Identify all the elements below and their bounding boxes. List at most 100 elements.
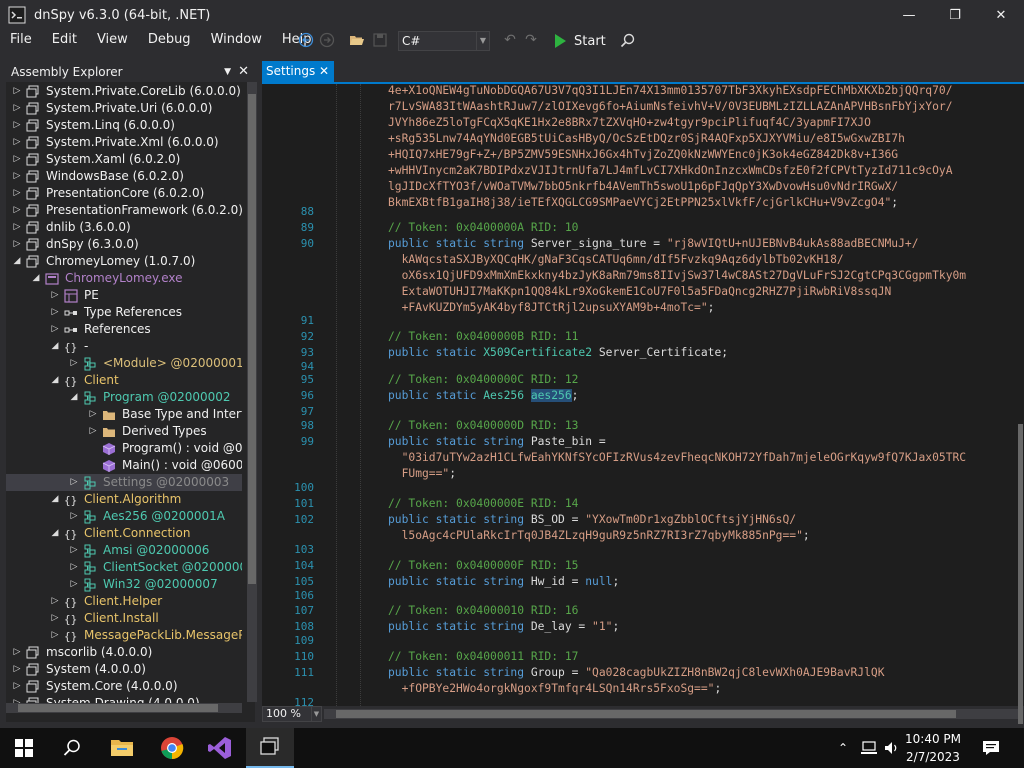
- dropdown-arrow-icon[interactable]: ▼: [224, 62, 231, 82]
- tree-item[interactable]: ◢ {} Client: [6, 372, 242, 389]
- expand-arrow-icon[interactable]: ▷: [69, 474, 79, 491]
- collapse-arrow-icon[interactable]: ◢: [50, 372, 60, 389]
- tree-vertical-scrollbar[interactable]: [247, 82, 257, 702]
- close-tab-icon[interactable]: ✕: [319, 61, 329, 82]
- tree-item[interactable]: ▷ Settings @02000003: [6, 474, 242, 491]
- tree-item[interactable]: ▷ System.Linq (6.0.0.0): [6, 117, 242, 134]
- search-button[interactable]: [618, 29, 636, 51]
- tree-item[interactable]: ◢ {} -: [6, 338, 242, 355]
- expand-arrow-icon[interactable]: ▷: [50, 321, 60, 338]
- expand-arrow-icon[interactable]: ▷: [12, 185, 22, 202]
- tree-item[interactable]: ▷ ClientSocket @02000004: [6, 559, 242, 576]
- tree-item[interactable]: ▷ WindowsBase (6.0.2.0): [6, 168, 242, 185]
- collapse-arrow-icon[interactable]: ◢: [69, 389, 79, 406]
- expand-arrow-icon[interactable]: ▷: [50, 610, 60, 627]
- tree-item[interactable]: ▷ {} MessagePackLib.MessagePack: [6, 627, 242, 644]
- tree-item[interactable]: ▷ System.Private.CoreLib (6.0.0.0): [6, 83, 242, 100]
- expand-arrow-icon[interactable]: ▷: [12, 100, 22, 117]
- editor-vertical-scrollbar[interactable]: [1018, 84, 1024, 724]
- menu-window[interactable]: Window: [201, 32, 272, 47]
- tree-item[interactable]: ◢ {} Client.Connection: [6, 525, 242, 542]
- expand-arrow-icon[interactable]: ▷: [12, 134, 22, 151]
- tree-item[interactable]: ▷ PE: [6, 287, 242, 304]
- expand-arrow-icon[interactable]: ▷: [12, 151, 22, 168]
- expand-arrow-icon[interactable]: ▷: [12, 236, 22, 253]
- expand-arrow-icon[interactable]: ▷: [12, 678, 22, 695]
- expand-arrow-icon[interactable]: ▷: [50, 627, 60, 644]
- tree-item[interactable]: Main() : void @06000002: [6, 457, 242, 474]
- taskbar-clock[interactable]: 10:40 PM 2/7/2023: [893, 730, 973, 766]
- expand-arrow-icon[interactable]: ▷: [12, 219, 22, 236]
- tree-item[interactable]: ◢ ChromeyLomey (1.0.7.0): [6, 253, 242, 270]
- tab-settings[interactable]: Settings ✕: [262, 61, 334, 82]
- expand-arrow-icon[interactable]: ▷: [69, 576, 79, 593]
- tree-item[interactable]: ▷ System (4.0.0.0): [6, 661, 242, 678]
- maximize-button[interactable]: ❐: [932, 0, 978, 30]
- expand-arrow-icon[interactable]: ▷: [88, 423, 98, 440]
- tree-item[interactable]: Program() : void @06000001: [6, 440, 242, 457]
- tree-item[interactable]: ▷ {} Client.Install: [6, 610, 242, 627]
- scroll-thumb[interactable]: [248, 94, 256, 584]
- expand-arrow-icon[interactable]: ▷: [69, 355, 79, 372]
- collapse-arrow-icon[interactable]: ◢: [12, 253, 22, 270]
- tree-item[interactable]: ▷ {} Client.Helper: [6, 593, 242, 610]
- tree-item[interactable]: ▷ Amsi @02000006: [6, 542, 242, 559]
- tree-item[interactable]: ▷ <Module> @02000001: [6, 355, 242, 372]
- editor-horizontal-scrollbar[interactable]: [324, 709, 1018, 719]
- menu-debug[interactable]: Debug: [138, 32, 201, 47]
- tree-item[interactable]: ▷ References: [6, 321, 242, 338]
- save-button[interactable]: [371, 29, 389, 51]
- file-explorer-taskbar-button[interactable]: [98, 728, 146, 768]
- dnspy-taskbar-button[interactable]: [246, 728, 294, 768]
- tree-horizontal-scrollbar[interactable]: [6, 703, 242, 713]
- tree-item[interactable]: ▷ Aes256 @0200001A: [6, 508, 242, 525]
- expand-arrow-icon[interactable]: ▷: [50, 593, 60, 610]
- language-select[interactable]: C# ▼: [398, 31, 490, 51]
- expand-arrow-icon[interactable]: ▷: [12, 117, 22, 134]
- navigate-back-button[interactable]: [297, 29, 315, 51]
- tree-item[interactable]: ▷ System.Core (4.0.0.0): [6, 678, 242, 695]
- tree-item[interactable]: ▷ dnlib (3.6.0.0): [6, 219, 242, 236]
- tree-item[interactable]: ◢ ChromeyLomey.exe: [6, 270, 242, 287]
- navigate-forward-button[interactable]: [318, 29, 336, 51]
- zoom-select[interactable]: 100 % ▼: [262, 706, 322, 722]
- redo-button[interactable]: ↷: [523, 29, 539, 51]
- menu-edit[interactable]: Edit: [42, 32, 87, 47]
- expand-arrow-icon[interactable]: ▷: [69, 542, 79, 559]
- start-debug-button[interactable]: Start: [555, 31, 606, 51]
- tree-item[interactable]: ▷ System.Private.Uri (6.0.0.0): [6, 100, 242, 117]
- expand-arrow-icon[interactable]: ▷: [50, 287, 60, 304]
- scroll-thumb[interactable]: [1018, 424, 1023, 724]
- expand-arrow-icon[interactable]: ▷: [69, 559, 79, 576]
- visual-studio-taskbar-button[interactable]: [196, 728, 244, 768]
- expand-arrow-icon[interactable]: ▷: [12, 661, 22, 678]
- expand-arrow-icon[interactable]: ▷: [12, 202, 22, 219]
- network-tray-icon[interactable]: [860, 728, 878, 768]
- minimize-button[interactable]: —: [886, 0, 932, 30]
- expand-arrow-icon[interactable]: ▷: [12, 644, 22, 661]
- action-center-button[interactable]: [982, 728, 1000, 768]
- tree-item[interactable]: ▷ mscorlib (4.0.0.0): [6, 644, 242, 661]
- collapse-arrow-icon[interactable]: ◢: [31, 270, 41, 287]
- menu-file[interactable]: File: [0, 32, 42, 47]
- open-button[interactable]: [348, 29, 366, 51]
- close-icon[interactable]: ✕: [238, 62, 249, 82]
- chrome-taskbar-button[interactable]: [148, 728, 196, 768]
- close-button[interactable]: ✕: [978, 0, 1024, 30]
- collapse-arrow-icon[interactable]: ◢: [50, 338, 60, 355]
- assembly-tree[interactable]: ▷ System.Private.CoreLib (6.0.0.0) ▷ System…: [6, 82, 242, 712]
- start-button[interactable]: [0, 728, 48, 768]
- scroll-thumb[interactable]: [18, 704, 218, 712]
- collapse-arrow-icon[interactable]: ◢: [50, 525, 60, 542]
- tree-item[interactable]: ▷ System.Xaml (6.0.2.0): [6, 151, 242, 168]
- expand-arrow-icon[interactable]: ▷: [12, 83, 22, 100]
- scroll-thumb[interactable]: [336, 710, 956, 718]
- tree-item[interactable]: ◢ {} Client.Algorithm: [6, 491, 242, 508]
- collapse-arrow-icon[interactable]: ◢: [50, 491, 60, 508]
- tree-item[interactable]: ▷ Derived Types: [6, 423, 242, 440]
- tree-item[interactable]: ▷ System.Private.Xml (6.0.0.0): [6, 134, 242, 151]
- expand-arrow-icon[interactable]: ▷: [12, 168, 22, 185]
- expand-arrow-icon[interactable]: ▷: [69, 508, 79, 525]
- show-hidden-icons-button[interactable]: ⌃: [838, 728, 848, 768]
- tree-item[interactable]: ▷ Type References: [6, 304, 242, 321]
